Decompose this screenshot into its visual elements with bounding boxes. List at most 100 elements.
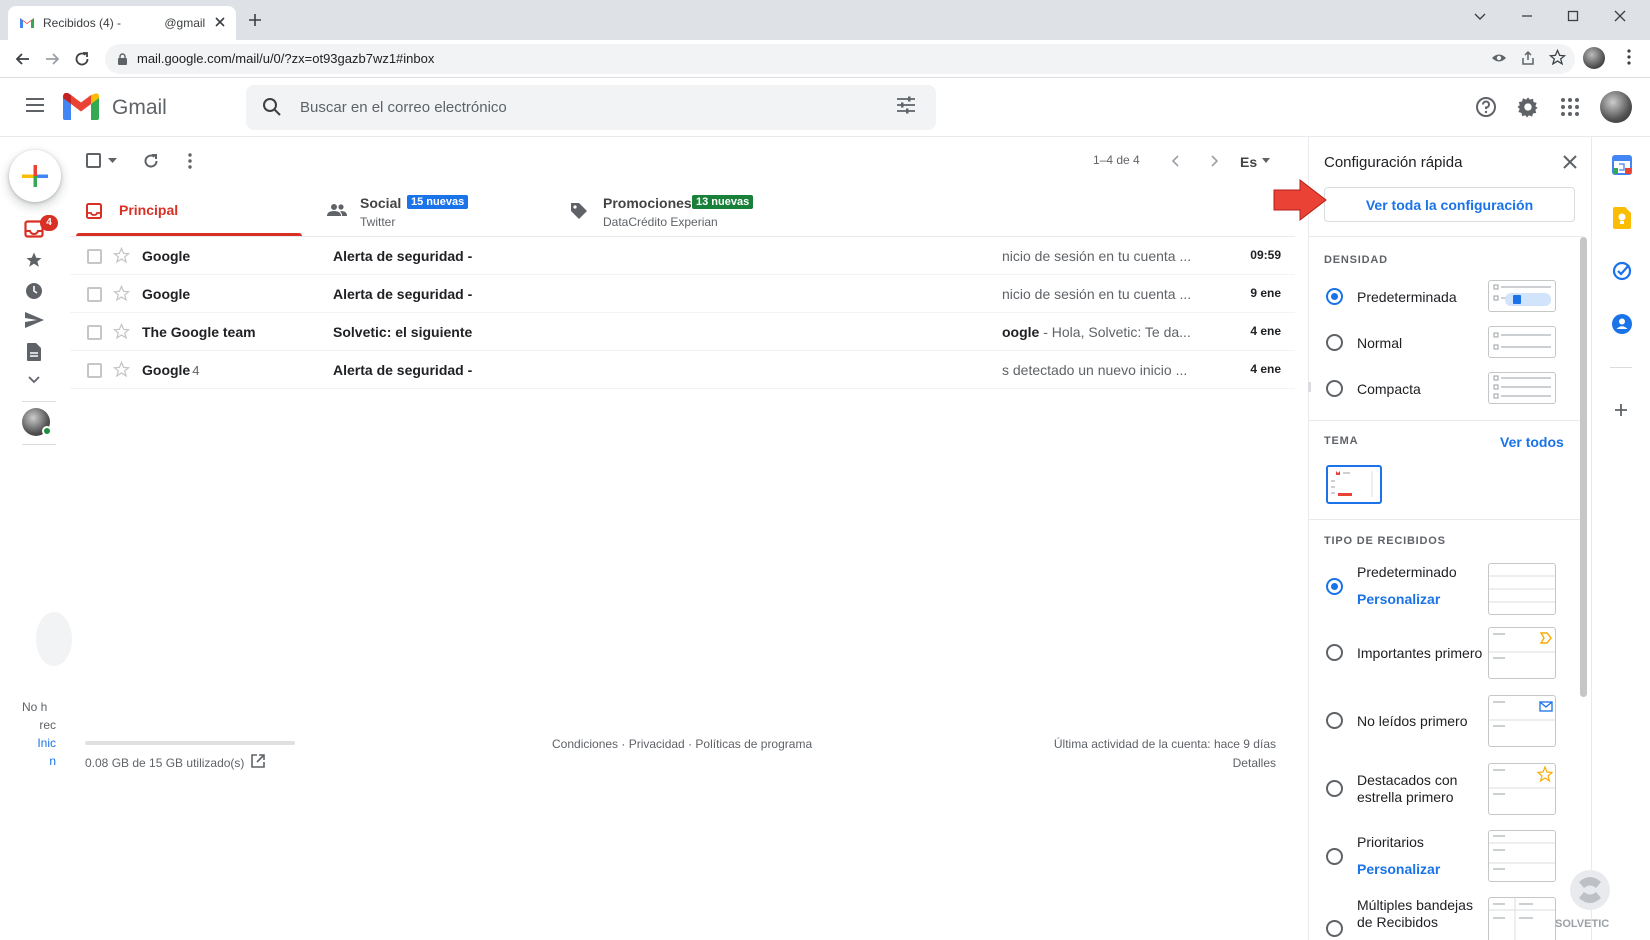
inbox-important-first-radio[interactable]: [1326, 644, 1343, 661]
inbox-priority-radio[interactable]: [1326, 848, 1343, 865]
inbox-unread-first-radio[interactable]: [1326, 712, 1343, 729]
star-icon[interactable]: [113, 247, 130, 264]
email-date: 4 ene: [1250, 324, 1281, 338]
bookmark-star-icon[interactable]: [1549, 49, 1566, 66]
see-all-themes-link[interactable]: Ver todos: [1500, 434, 1564, 450]
density-compact-radio[interactable]: [1326, 380, 1343, 397]
storage-usage-bar: [85, 741, 295, 745]
row-checkbox[interactable]: [87, 249, 102, 264]
eye-icon[interactable]: [1491, 50, 1507, 66]
account-avatar[interactable]: [1600, 91, 1632, 123]
details-link[interactable]: Detalles: [1000, 756, 1276, 770]
contacts-icon[interactable]: [1612, 314, 1632, 334]
input-tools-language[interactable]: Es: [1240, 154, 1257, 170]
lock-icon[interactable]: [117, 53, 128, 66]
url-text[interactable]: mail.google.com/mail/u/0/?zx=ot93gazb7wz…: [137, 51, 434, 66]
google-apps-icon[interactable]: [1560, 97, 1580, 117]
search-input[interactable]: [300, 93, 860, 121]
minimize-icon[interactable]: [1519, 8, 1535, 24]
inbox-starred-first-radio[interactable]: [1326, 780, 1343, 797]
compose-button[interactable]: [9, 150, 61, 202]
inbox-unread-first-label[interactable]: No leídos primero: [1357, 713, 1468, 730]
forward-icon[interactable]: [43, 50, 61, 68]
send-icon[interactable]: [25, 312, 44, 328]
row-checkbox[interactable]: [87, 325, 102, 340]
maximize-icon[interactable]: [1565, 8, 1581, 24]
reload-icon[interactable]: [73, 50, 91, 68]
compose-plus-icon: [22, 165, 48, 187]
profile-avatar[interactable]: [1583, 47, 1605, 69]
inbox-starred-first-label[interactable]: Destacados con estrella primero: [1357, 772, 1482, 806]
select-dropdown-icon[interactable]: [108, 158, 117, 164]
settings-gear-icon[interactable]: [1517, 96, 1539, 118]
customize-link[interactable]: Personalizar: [1357, 591, 1440, 607]
more-options-icon[interactable]: [187, 152, 193, 170]
table-row[interactable]: Google Alerta de seguridad - nicio de se…: [70, 237, 1295, 275]
row-checkbox[interactable]: [87, 363, 102, 378]
solvetic-logo-icon: [1565, 868, 1615, 918]
help-icon[interactable]: [1475, 96, 1497, 118]
refresh-icon[interactable]: [142, 152, 160, 170]
inbox-important-first-label[interactable]: Importantes primero: [1357, 645, 1482, 662]
inbox-multiple-preview: [1488, 897, 1556, 940]
quick-settings-title: Configuración rápida: [1324, 154, 1463, 171]
table-row[interactable]: Google Alerta de seguridad - nicio de se…: [70, 275, 1295, 313]
inbox-multiple-label[interactable]: Múltiples bandejas de Recibidos: [1357, 897, 1482, 931]
back-icon[interactable]: [14, 50, 32, 68]
open-in-new-icon[interactable]: [251, 754, 265, 768]
star-icon[interactable]: [113, 361, 130, 378]
tab-search-chevron-icon[interactable]: [1472, 8, 1488, 24]
new-tab-icon[interactable]: [248, 13, 262, 27]
main-menu-icon[interactable]: [25, 96, 45, 114]
star-icon[interactable]: [113, 323, 130, 340]
inbox-default-label[interactable]: Predeterminado: [1357, 564, 1457, 581]
draft-icon[interactable]: [27, 343, 41, 361]
theme-default-thumbnail[interactable]: [1326, 465, 1382, 504]
density-compact-preview: [1488, 372, 1556, 404]
chevron-down-icon[interactable]: [27, 375, 41, 385]
table-row[interactable]: The Google team Solvetic: el siguiente o…: [70, 313, 1295, 351]
row-checkbox[interactable]: [87, 287, 102, 302]
density-normal-label[interactable]: Normal: [1357, 335, 1402, 352]
language-dropdown-icon[interactable]: [1262, 158, 1270, 163]
close-panel-icon[interactable]: [1562, 154, 1578, 170]
table-row[interactable]: Google 4 Alerta de seguridad - s detectad…: [70, 351, 1295, 389]
see-all-settings-button[interactable]: Ver toda la configuración: [1324, 187, 1575, 222]
tab-promociones[interactable]: Promociones 13 nuevas DataCrédito Experi…: [560, 183, 800, 237]
tasks-icon[interactable]: [1612, 261, 1632, 281]
inbox-priority-label[interactable]: Prioritarios: [1357, 834, 1424, 851]
clock-icon[interactable]: [25, 282, 43, 300]
rail-divider: [1610, 367, 1632, 368]
browser-tab[interactable]: Recibidos (4) - @gmail: [8, 6, 236, 40]
search-icon[interactable]: [262, 97, 282, 117]
older-page-icon[interactable]: [1208, 154, 1220, 168]
gmail-logo-icon[interactable]: [63, 93, 99, 120]
newer-page-icon[interactable]: [1170, 154, 1182, 168]
panel-scrollbar[interactable]: [1580, 237, 1587, 697]
close-tab-icon[interactable]: [212, 14, 228, 30]
keep-icon[interactable]: [1613, 207, 1631, 229]
inbox-default-radio[interactable]: [1326, 578, 1343, 595]
select-all-checkbox[interactable]: [86, 153, 101, 168]
density-normal-radio[interactable]: [1326, 334, 1343, 351]
share-icon[interactable]: [1520, 50, 1536, 66]
footer-links[interactable]: Condiciones · Privacidad · Políticas de …: [552, 737, 812, 751]
density-compact-label[interactable]: Compacta: [1357, 381, 1421, 398]
close-window-icon[interactable]: [1612, 8, 1628, 24]
customize-link[interactable]: Personalizar: [1357, 861, 1440, 877]
add-addon-icon[interactable]: [1614, 403, 1628, 417]
density-default-radio[interactable]: [1326, 288, 1343, 305]
tab-social[interactable]: Social 15 nuevas Twitter: [315, 183, 547, 237]
email-sender: The Google team: [142, 324, 256, 340]
search-options-icon[interactable]: [896, 96, 916, 114]
tab-principal[interactable]: Principal: [76, 183, 302, 237]
new-count-badge: 13 nuevas: [692, 195, 754, 209]
calendar-icon[interactable]: [1612, 155, 1632, 175]
inbox-multiple-radio[interactable]: [1326, 920, 1343, 937]
star-icon[interactable]: [25, 251, 43, 269]
panel-resize-handle[interactable]: [1308, 382, 1311, 392]
density-default-label[interactable]: Predeterminada: [1357, 289, 1457, 306]
inbox-important-preview: [1488, 627, 1556, 679]
star-icon[interactable]: [113, 285, 130, 302]
browser-menu-icon[interactable]: [1626, 48, 1632, 66]
